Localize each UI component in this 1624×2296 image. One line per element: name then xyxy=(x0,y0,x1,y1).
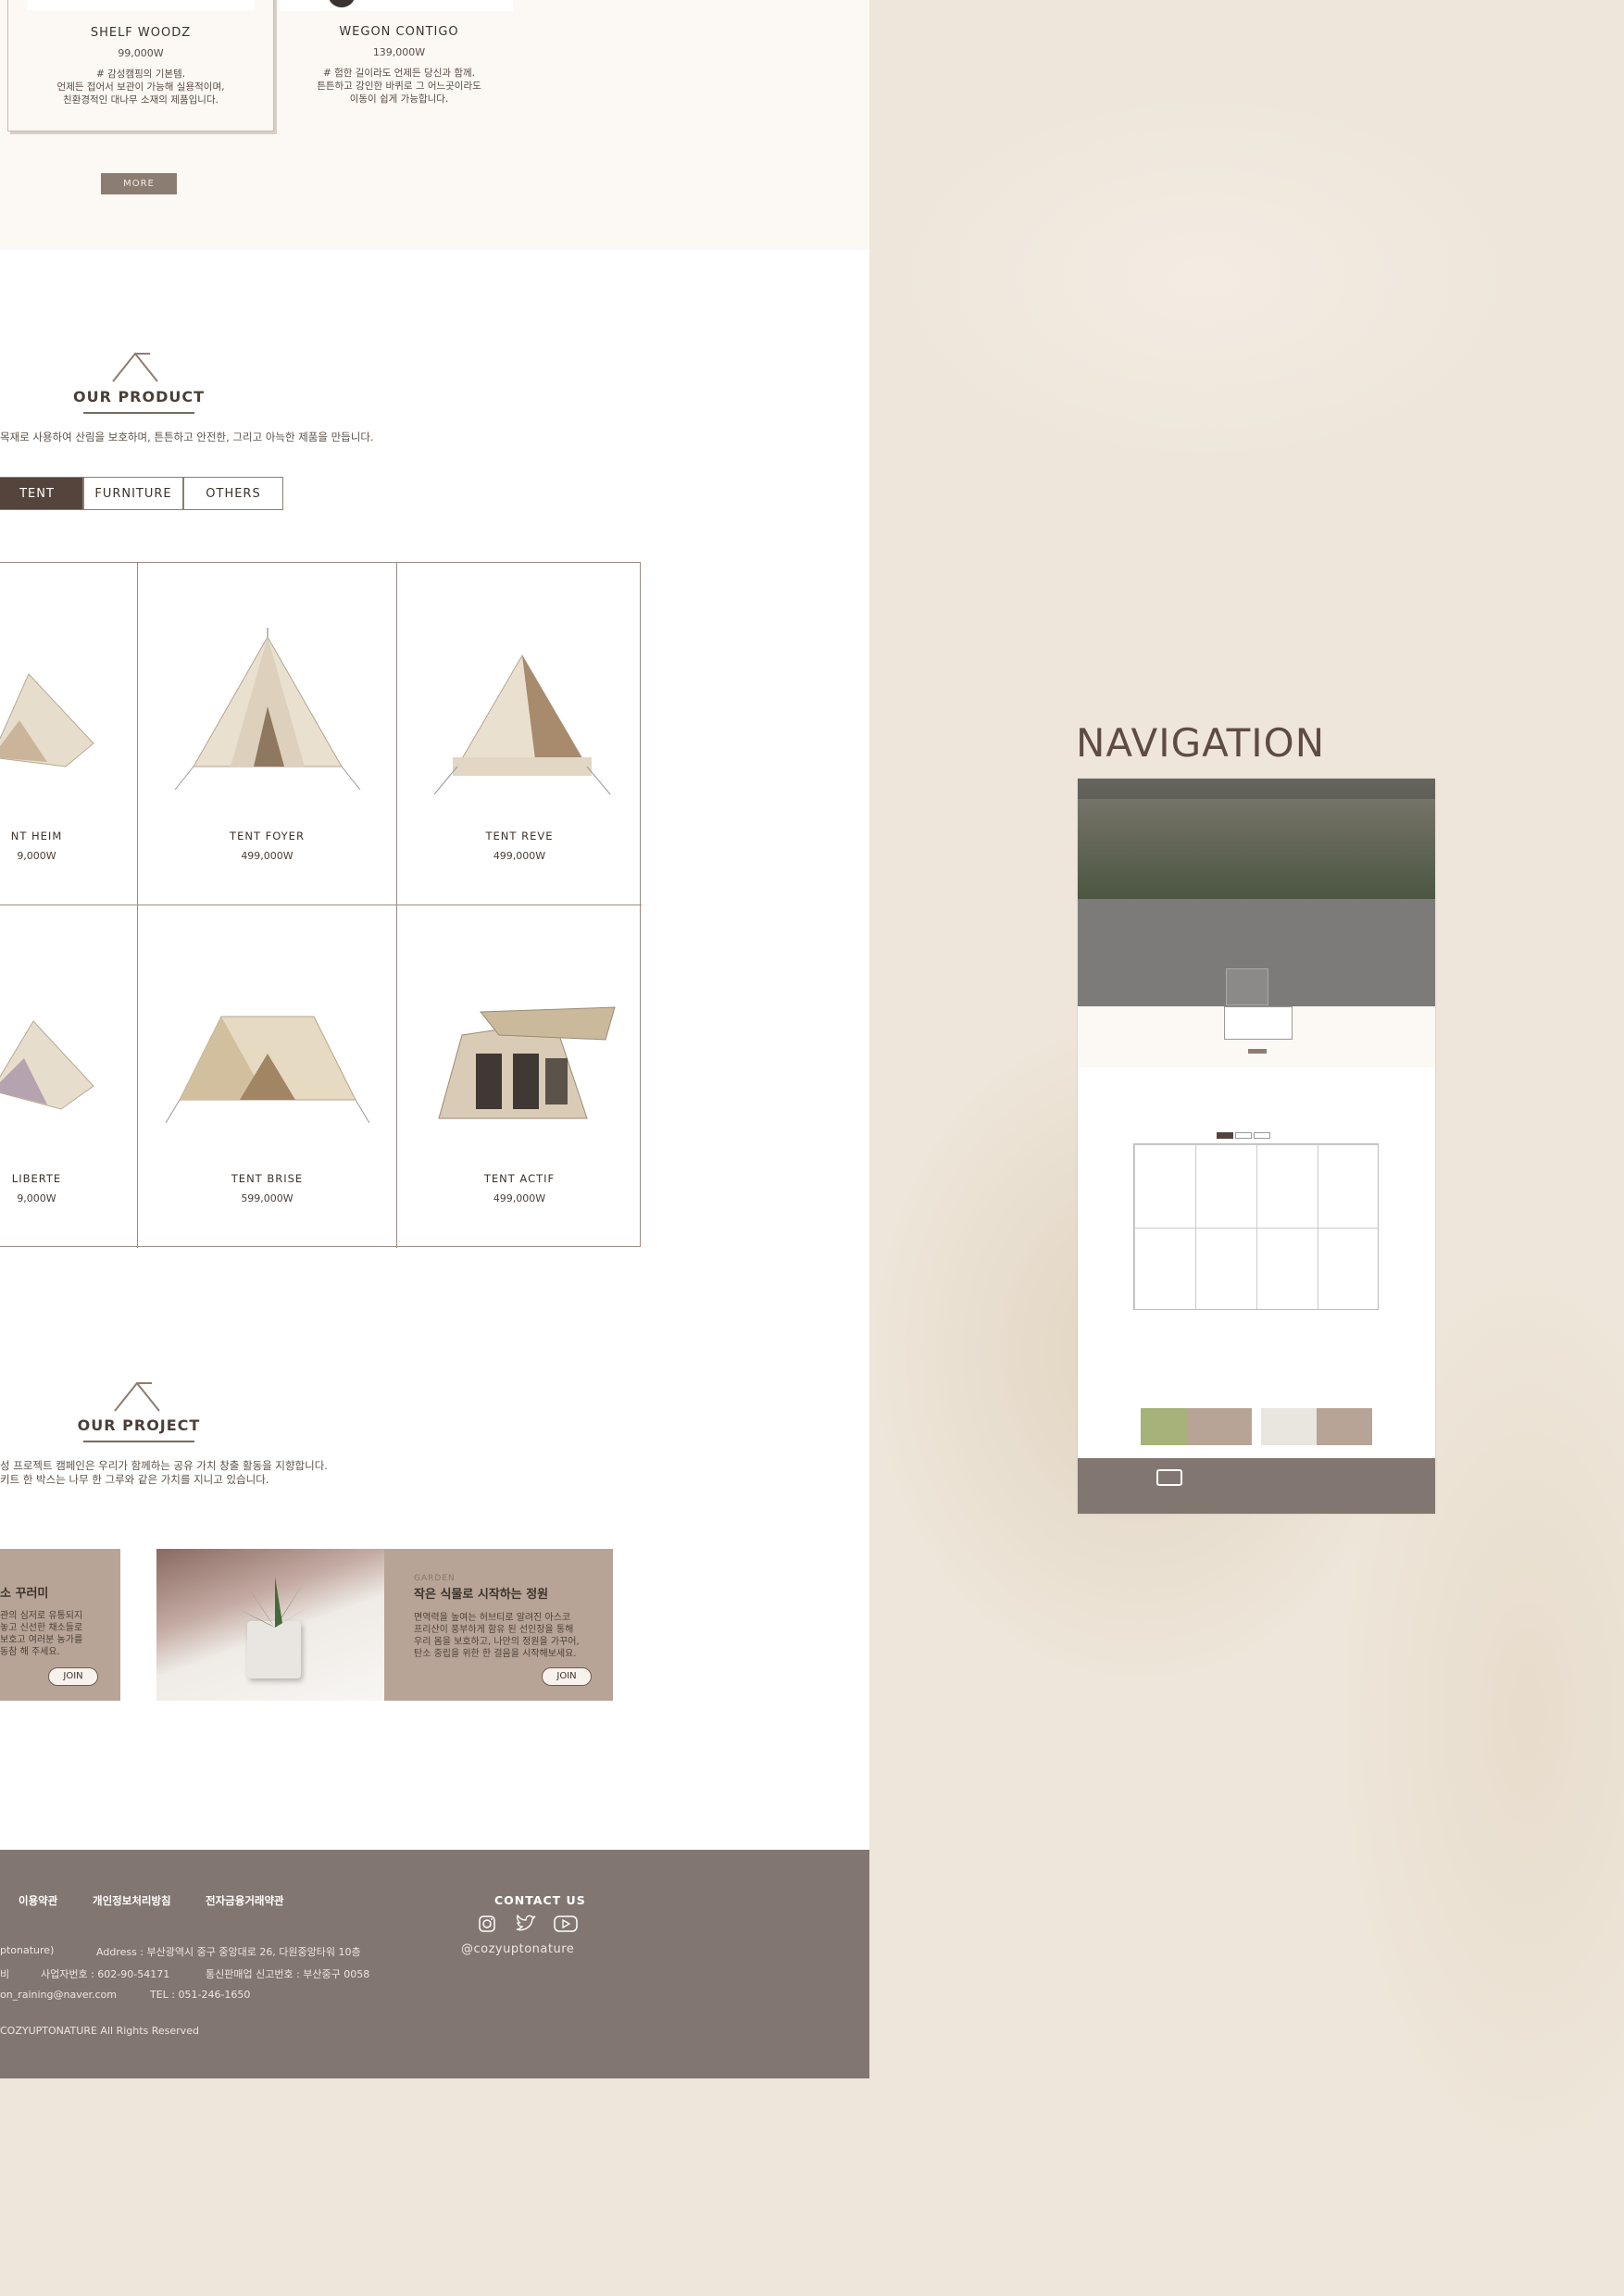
youtube-icon[interactable] xyxy=(554,1915,578,1933)
project-category: GARDEN xyxy=(414,1574,456,1583)
tab-tent[interactable]: TENT xyxy=(0,477,83,510)
roof-logo-icon xyxy=(114,1381,160,1412)
instagram-icon[interactable] xyxy=(478,1915,496,1933)
mini-footer xyxy=(1078,1458,1435,1514)
twitter-icon[interactable] xyxy=(515,1915,537,1933)
product-price: 9,000W xyxy=(17,1192,56,1204)
mini-card xyxy=(1224,1006,1293,1040)
ceo-name: 비 xyxy=(0,1968,10,1980)
footer-link-terms[interactable]: 이용약관 xyxy=(19,1893,57,1908)
product-price: 499,000W xyxy=(493,1192,546,1204)
section-heading-product: OUR PRODUCT xyxy=(72,388,206,406)
product-price: 9,000W xyxy=(17,850,56,862)
tent-image xyxy=(0,1020,94,1110)
product-cell[interactable]: TENT ACTIF 499,000W xyxy=(397,905,642,1248)
featured-products-section: SHELF WOODZ 99,000W # 감성캠핑의 기본템. 언제든 접어서… xyxy=(0,0,869,250)
contact-title: CONTACT US xyxy=(494,1893,586,1907)
mini-project-card xyxy=(1261,1408,1372,1445)
roof-logo-icon xyxy=(112,352,158,382)
section-description: 목재로 사용하여 산림을 보호하며, 튼튼하고 안전한, 그리고 아늑한 제품을… xyxy=(0,430,374,443)
mini-more-button xyxy=(1248,1049,1267,1054)
mini-project-card xyxy=(1141,1408,1252,1445)
tent-image xyxy=(166,1016,369,1124)
product-name: TENT REVE xyxy=(485,830,554,842)
heading-underline xyxy=(83,1441,194,1442)
product-cell[interactable]: TENT REVE 499,000W xyxy=(397,563,642,905)
section-heading-project: OUR PROJECT xyxy=(77,1416,201,1434)
mini-product xyxy=(1226,968,1268,1005)
product-name: TENT FOYER xyxy=(230,830,305,842)
footer-link-finance[interactable]: 전자금융거래약관 xyxy=(206,1893,284,1908)
product-card-shelf[interactable]: SHELF WOODZ 99,000W # 감성캠핑의 기본템. 언제든 접어서… xyxy=(7,0,274,131)
project-card-garden[interactable]: GARDEN 작은 식물로 시작하는 정원 면역력을 높여는 허브티로 알려진 … xyxy=(156,1549,613,1701)
mail-order-number: 통신판매업 신고번호 : 부산중구 0058 xyxy=(206,1968,370,1980)
business-number: 사업자번호 : 602-90-54171 xyxy=(41,1968,170,1980)
product-price: 599,000W xyxy=(241,1192,294,1204)
company-email: on_raining@naver.com xyxy=(0,1989,117,2001)
join-button[interactable]: JOIN xyxy=(48,1667,98,1686)
product-cell[interactable]: NT HEIM 9,000W xyxy=(0,563,138,905)
succulent-leaves xyxy=(238,1577,312,1628)
website-preview: SHELF WOODZ 99,000W # 감성캠핑의 기본템. 언제든 접어서… xyxy=(0,0,869,2078)
more-button[interactable]: MORE xyxy=(101,173,177,194)
product-name: TENT ACTIF xyxy=(483,1172,556,1185)
company-name: ptonature) xyxy=(0,1944,55,1956)
footer-link-privacy[interactable]: 개인정보처리방침 xyxy=(93,1893,171,1908)
product-cell[interactable]: LIBERTE 9,000W xyxy=(0,905,138,1248)
heading-underline xyxy=(83,412,194,414)
product-image xyxy=(27,0,255,10)
site-footer xyxy=(0,1850,869,2078)
tent-image xyxy=(433,655,611,795)
copyright: COZYUPTONATURE All Rights Reserved xyxy=(0,2025,199,2037)
product-name: NT HEIM xyxy=(10,830,63,842)
product-price: 499,000W xyxy=(493,850,546,862)
product-price: 139,000W xyxy=(372,46,426,58)
product-price: 499,000W xyxy=(241,850,294,862)
tab-furniture[interactable]: FURNITURE xyxy=(83,477,183,510)
project-card-vegetable[interactable]: 소 꾸러미 관의 심저로 유통되지 놓고 신선한 채소들로 보호고 여러분 농가… xyxy=(0,1549,120,1701)
project-title: 작은 식물로 시작하는 정원 xyxy=(414,1588,549,1602)
product-cell[interactable]: TENT FOYER 499,000W xyxy=(138,563,397,905)
mini-header xyxy=(1078,779,1435,799)
project-title: 소 꾸러미 xyxy=(0,1587,49,1601)
tent-image xyxy=(438,1006,616,1119)
mini-product-grid xyxy=(1133,1143,1379,1310)
product-price: 99,000W xyxy=(118,47,164,59)
product-card-wagon[interactable]: WEGON CONTIGO 139,000W # 험한 길이라도 언제든 당신과… xyxy=(267,0,531,120)
navigation-preview-thumbnail[interactable] xyxy=(1078,779,1435,1514)
product-name: WEGON CONTIGO xyxy=(339,25,459,39)
join-button[interactable]: JOIN xyxy=(542,1667,592,1686)
tent-image xyxy=(174,628,361,791)
tab-others[interactable]: OTHERS xyxy=(183,477,283,510)
product-description: # 험한 길이라도 언제든 당신과 함께. 튼튼하고 강인한 바퀴로 그 어느곳… xyxy=(317,68,481,105)
mini-logo xyxy=(1156,1469,1182,1486)
navigation-title: NAVIGATION xyxy=(1076,720,1326,766)
project-text: 면역력을 높여는 허브티로 알려진 아스코 프리산이 풍부하게 함유 된 선인장… xyxy=(414,1613,580,1659)
product-description: # 감성캠핑의 기본템. 언제든 접어서 보관이 가능해 실용적이며, 친환경적… xyxy=(56,69,225,106)
company-address: Address : 부산광역시 중구 중앙대로 26, 다원중앙타워 10층 xyxy=(96,1946,361,1958)
product-name: LIBERTE xyxy=(11,1172,62,1185)
succulent-image xyxy=(156,1549,384,1701)
project-text: 관의 심저로 유통되지 놓고 신선한 채소들로 보호고 여러분 농가를 동참 해… xyxy=(0,1611,83,1657)
mini-tabs xyxy=(1217,1132,1272,1139)
product-cell[interactable]: TENT BRISE 599,000W xyxy=(138,905,397,1248)
product-grid: NT HEIM 9,000W TENT FOYER 499,000W TENT … xyxy=(0,562,642,1248)
company-phone: TEL : 051-246-1650 xyxy=(150,1989,251,2001)
social-handle: @cozyuptonature xyxy=(461,1942,575,1956)
tent-image xyxy=(0,673,94,767)
section-description: 성 프로젝트 캠페인은 우리가 함께하는 공유 가치 창출 활동을 지향합니다.… xyxy=(0,1459,328,1486)
product-name: SHELF WOODZ xyxy=(90,26,192,40)
product-name: TENT BRISE xyxy=(231,1172,304,1185)
